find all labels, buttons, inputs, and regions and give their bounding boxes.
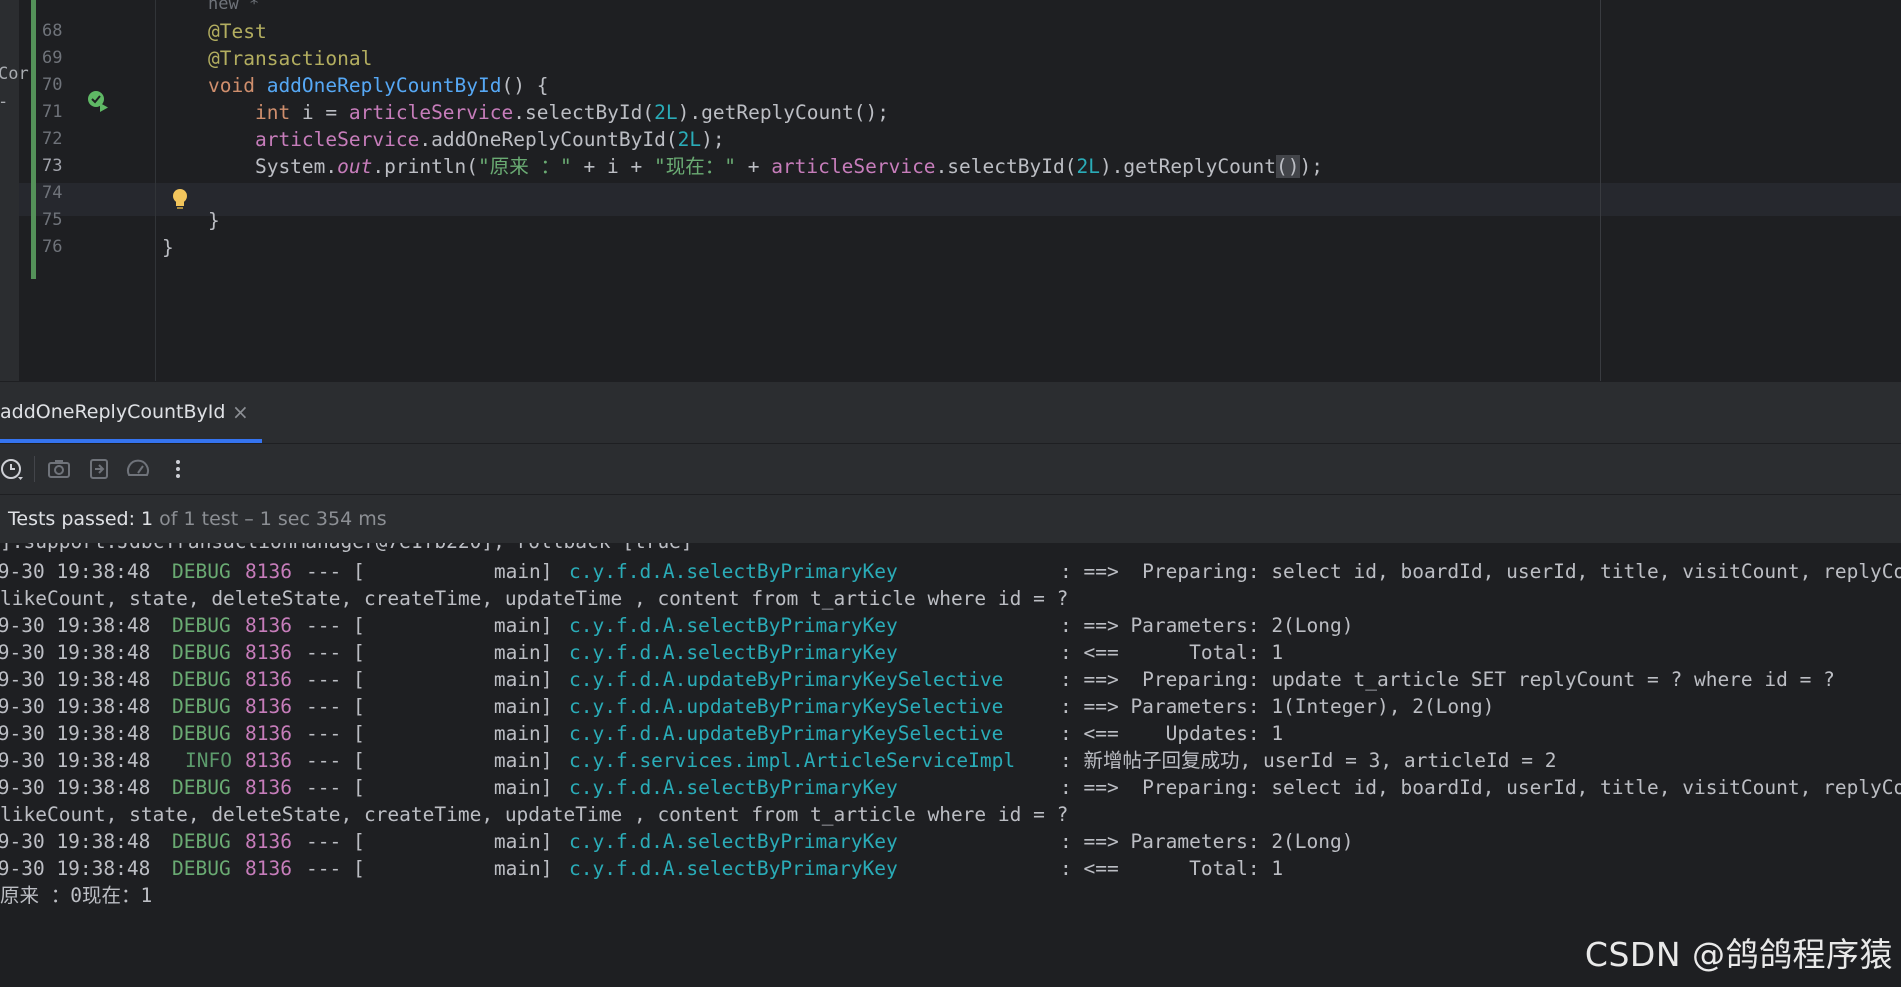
code-token: addOneReplyCountById xyxy=(266,74,502,97)
console-line: 原来 ：0现在：1 xyxy=(0,879,1901,912)
code-token: void xyxy=(208,74,267,97)
code-token: + xyxy=(735,155,772,178)
code-token: .selectById( xyxy=(935,155,1077,178)
gutter-divider xyxy=(155,0,156,381)
code-token: () { xyxy=(501,74,549,97)
code-token: @Test xyxy=(208,20,267,43)
vcs-change-marker[interactable] xyxy=(31,0,36,279)
panel-fragment-text: - xyxy=(0,92,8,112)
test-status-bar: Tests passed: 1 of 1 test – 1 sec 354 ms xyxy=(0,494,1901,543)
code-token: ).getReplyCount(); xyxy=(677,101,889,124)
history-icon[interactable] xyxy=(0,457,24,481)
code-token: ).getReplyCount xyxy=(1099,155,1277,178)
code-token: + i + xyxy=(571,155,654,178)
code-token: int xyxy=(208,101,302,124)
toolbar-separator xyxy=(34,456,35,482)
code-line[interactable]: System.out.println("原来 ：" + i + "现在：" + … xyxy=(208,150,1323,183)
run-toolbar xyxy=(0,443,1901,494)
code-token: .println( xyxy=(372,155,479,178)
code-token: } xyxy=(208,209,220,232)
tests-passed-count: Tests passed: 1 xyxy=(8,508,154,530)
code-token: out xyxy=(337,155,373,178)
console-output[interactable]: ].support.JdbcTransactionManager@7e1fb22… xyxy=(0,543,1901,987)
code-line[interactable]: } xyxy=(208,204,220,237)
code-token: "原来 ：" xyxy=(478,155,572,178)
console-text: 原来 ：0现在：1 xyxy=(0,884,153,907)
code-token: .selectById( xyxy=(513,101,655,124)
code-token: ); xyxy=(1299,155,1324,178)
panel-fragment-text: Cor xyxy=(0,64,29,84)
code-token: .addOneReplyCountById( xyxy=(419,128,678,151)
csdn-watermark: CSDN @鸽鸽程序猿 xyxy=(1584,935,1893,974)
close-icon[interactable]: × xyxy=(232,400,249,424)
tab-run-config[interactable]: addOneReplyCountById × xyxy=(0,382,262,443)
code-token: articleService xyxy=(348,101,514,124)
code-token: ); xyxy=(701,128,725,151)
code-token: "现在：" xyxy=(653,155,736,178)
code-token: @Transactional xyxy=(208,47,373,70)
code-token: System. xyxy=(208,155,338,178)
more-icon[interactable] xyxy=(166,457,190,481)
tests-duration: of 1 test – 1 sec 354 ms xyxy=(153,508,387,530)
code-token: 2L xyxy=(1076,155,1100,178)
code-token: articleService xyxy=(254,128,420,151)
run-test-gutter-icon[interactable] xyxy=(87,90,109,112)
run-tool-window-tabs: addOneReplyCountById × xyxy=(0,381,1901,443)
current-line-highlight xyxy=(19,183,1901,216)
tests-passed-status: Tests passed: 1 of 1 test – 1 sec 354 ms xyxy=(8,495,387,543)
code-token: } xyxy=(162,236,174,259)
camera-icon[interactable] xyxy=(47,457,71,481)
code-line[interactable]: } xyxy=(162,231,174,264)
code-token: 2L xyxy=(677,128,702,151)
line-number[interactable]: 76 xyxy=(42,231,72,264)
project-panel-edge: Cor - xyxy=(0,0,29,381)
export-icon[interactable] xyxy=(87,457,111,481)
code-token: () xyxy=(1276,155,1300,178)
code-editor[interactable]: Cor - new * 68@Test69@Transactional70voi… xyxy=(0,0,1901,381)
code-token: 2L xyxy=(654,101,678,124)
right-margin-guide xyxy=(1600,0,1601,381)
code-token: articleService xyxy=(771,155,936,178)
code-token: i = xyxy=(301,101,349,124)
coverage-icon[interactable] xyxy=(126,457,150,481)
lightbulb-icon[interactable] xyxy=(170,187,190,211)
tab-label: addOneReplyCountById xyxy=(0,401,226,423)
